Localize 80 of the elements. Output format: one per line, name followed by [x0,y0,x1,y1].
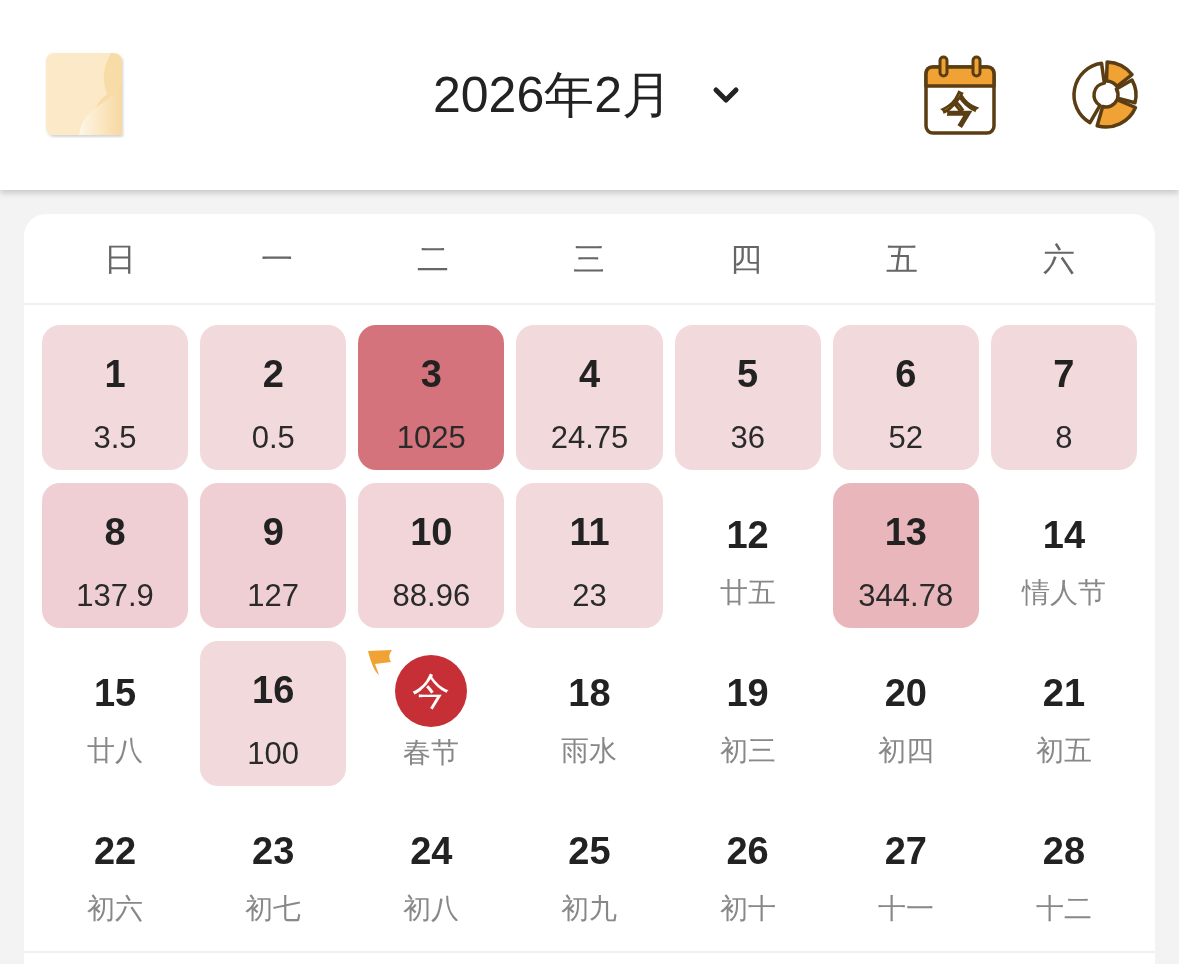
day-number[interactable]: 28 [1042,829,1086,873]
amount-text: 137.9 [76,578,154,614]
day-cell[interactable]: 11 23 [516,483,663,628]
weekday-label: 五 [886,239,919,279]
day-cell[interactable]: 2 0.5 [200,325,347,470]
day-number: 16 [252,668,295,712]
amount-text: 88.96 [392,578,471,614]
day-cell[interactable]: 13 344.78 [832,483,979,628]
day-number: 7 [1053,352,1075,396]
month-picker-button[interactable]: 2026年2月 [432,66,746,124]
day-number: 5 [737,352,759,396]
day-number[interactable]: 25 [568,829,611,873]
day-number: 11 [569,510,610,554]
day-cell[interactable]: 10 88.96 [358,483,505,628]
day-number: 3 [420,352,442,396]
lunar-date-text: 初三 [719,734,776,768]
day-number[interactable]: 15 [93,671,137,715]
lunar-date-text: 初四 [877,734,934,768]
day-number[interactable]: 19 [726,671,769,715]
app-logo-icon [45,52,125,138]
day-number[interactable]: 18 [568,671,611,715]
day-number[interactable]: 21 [1042,671,1086,715]
amount-text: 52 [888,420,923,456]
day-number: 10 [410,510,453,554]
day-number: 6 [895,352,917,396]
day-number[interactable]: 14 [1042,513,1086,557]
day-number[interactable]: 26 [726,829,769,873]
day-cell[interactable]: 9 127 [200,483,347,628]
day-number[interactable]: 23 [252,829,295,873]
day-cell[interactable]: 4 24.75 [516,325,663,470]
lunar-date-text: 情人节 [1021,576,1106,610]
day-number: 13 [884,510,927,554]
weekday-label: 日 [104,239,137,279]
day-number: 2 [262,352,284,396]
lunar-date-text: 初七 [245,892,302,926]
amount-text: 3.5 [93,420,137,456]
today-badge[interactable]: 今 [395,655,468,727]
lunar-date-text: 廿五 [719,576,776,610]
day-cell[interactable]: 5 36 [674,325,821,470]
day-cell[interactable]: 7 8 [990,325,1137,470]
day-number[interactable]: 24 [410,829,453,873]
amount-text: 344.78 [858,578,954,614]
weekday-label: 四 [729,239,762,279]
amount-text: 36 [730,420,765,456]
day-number: 9 [262,510,284,554]
weekday-label: 二 [417,239,450,279]
day-number[interactable]: 27 [884,829,927,873]
day-number: 1 [104,352,126,396]
day-cell[interactable]: 8 137.9 [42,483,189,628]
day-cell[interactable]: 1 3.5 [42,325,189,470]
calendar-icon [924,55,996,135]
lunar-date-text: 廿八 [87,734,144,768]
amount-text: 24.75 [550,420,629,456]
lunar-date-text: 初五 [1035,734,1092,768]
amount-text: 127 [247,578,300,614]
lunar-date-text: 初十 [719,892,776,926]
amount-text: 1025 [396,420,466,456]
day-number[interactable]: 22 [93,829,137,873]
lunar-date-text: 十一 [877,892,934,926]
lunar-date-text: 十二 [1035,892,1092,926]
lunar-date-text: 初八 [403,892,460,926]
lunar-date-text: 初六 [87,892,144,926]
weekday-label: 六 [1042,239,1075,279]
amount-text: 0.5 [251,420,295,456]
day-cell[interactable]: 16 100 [200,641,347,786]
day-number[interactable]: 20 [884,671,927,715]
day-cell[interactable]: 3 1025 [358,325,505,470]
lunar-date-text: 雨水 [561,734,618,768]
amount-text: 100 [247,736,300,772]
weekday-label: 一 [260,239,293,279]
weekday-label: 三 [573,239,606,279]
lunar-date-text: 初九 [561,892,618,926]
amount-text: 23 [572,578,607,614]
lunar-date-text: 春节 [403,736,460,770]
day-number[interactable]: 12 [726,513,769,557]
today-button[interactable]: 今 [924,55,996,135]
day-number: 4 [578,352,601,396]
amount-text: 8 [1055,420,1073,456]
day-number: 8 [104,510,126,554]
day-cell[interactable]: 6 52 [832,325,979,470]
